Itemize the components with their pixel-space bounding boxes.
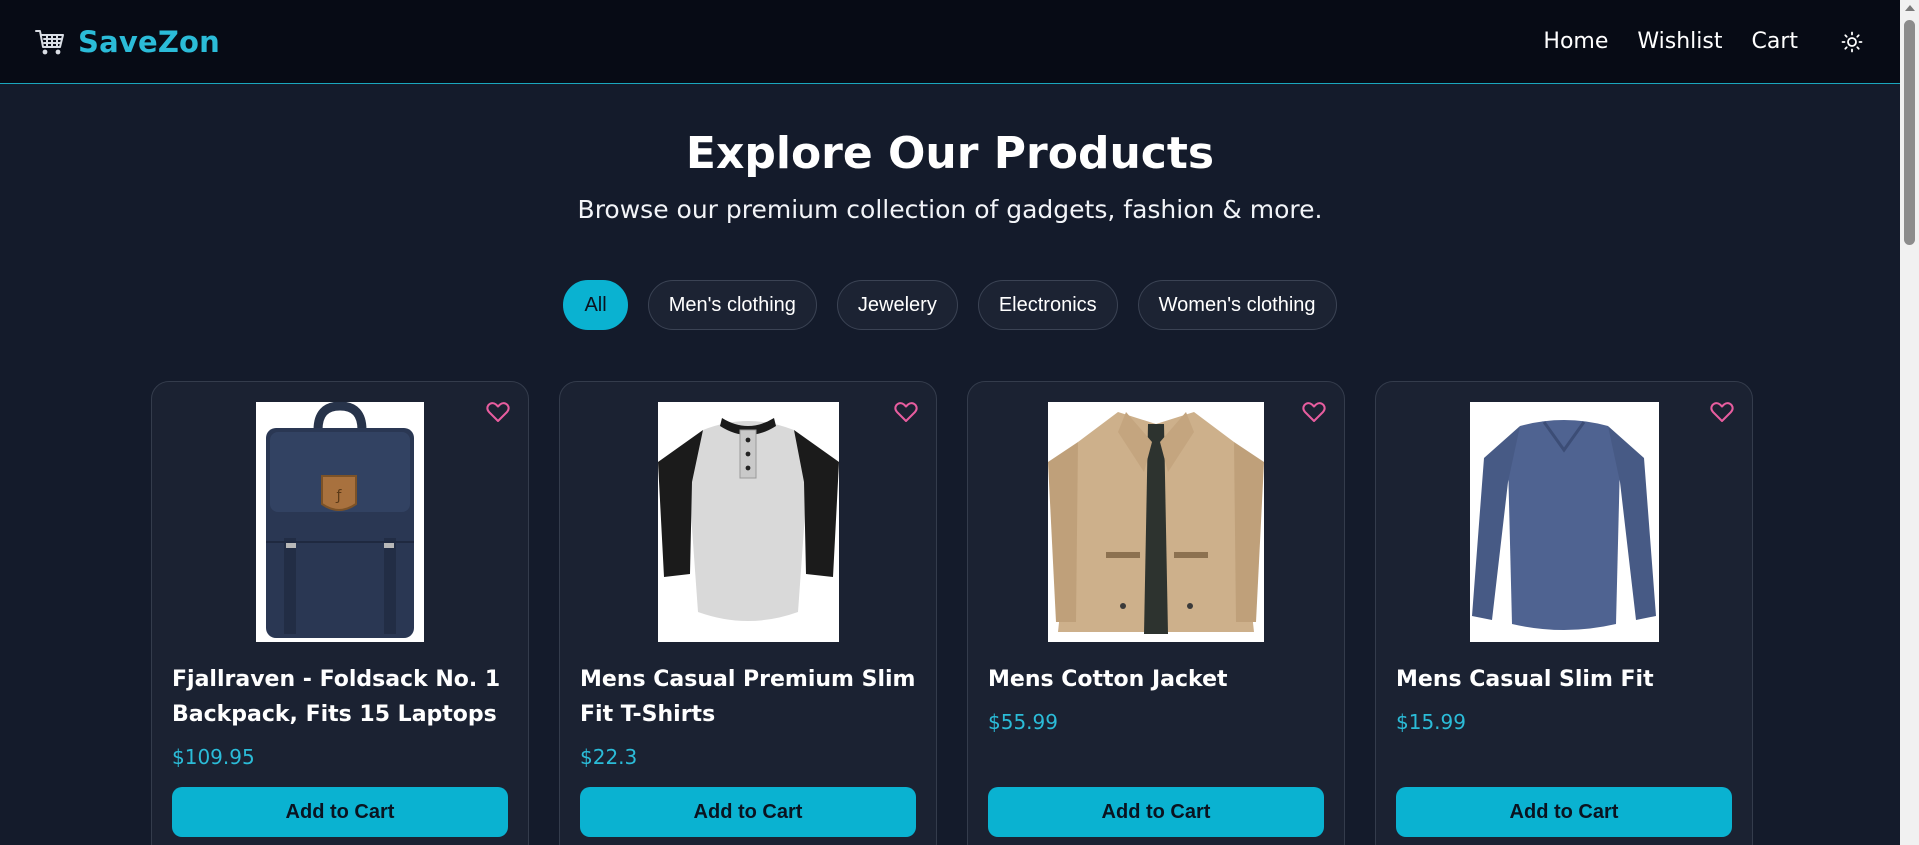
navy-backpack-image[interactable]: ƒ [256, 402, 424, 642]
product-image-container: ƒ [152, 402, 528, 642]
product-price: $109.95 [172, 745, 255, 769]
blue-longsleeve-tshirt-image[interactable] [1469, 402, 1659, 642]
product-title[interactable]: Mens Casual Slim Fit [1396, 662, 1734, 697]
page-subtitle: Browse our premium collection of gadgets… [577, 195, 1323, 224]
add-to-cart-button[interactable]: Add to Cart [988, 787, 1324, 837]
filter-chip-electronics[interactable]: Electronics [977, 280, 1118, 330]
product-card[interactable]: Mens Casual Slim Fit $15.99 Add to Cart [1375, 381, 1753, 845]
scrollbar-thumb[interactable] [1904, 20, 1915, 245]
product-image-container [560, 402, 936, 642]
heart-outline-icon[interactable] [1300, 398, 1328, 426]
product-image-container [968, 402, 1344, 642]
raglan-henley-tshirt-image[interactable] [657, 402, 839, 642]
product-price: $55.99 [988, 710, 1058, 734]
khaki-jacket-image[interactable] [1048, 402, 1264, 642]
heart-outline-icon[interactable] [484, 398, 512, 426]
product-title[interactable]: Mens Casual Premium Slim Fit T-Shirts [580, 662, 918, 732]
filter-chip-mens-clothing[interactable]: Men's clothing [647, 280, 817, 330]
brand-name: SaveZon [78, 24, 221, 59]
product-image-container [1376, 402, 1752, 642]
product-grid: ƒ Fjallraven - Foldsack No. 1 Backpack, … [151, 381, 1753, 845]
sun-icon[interactable] [1838, 28, 1866, 56]
add-to-cart-button[interactable]: Add to Cart [580, 787, 916, 837]
product-title[interactable]: Mens Cotton Jacket [988, 662, 1326, 697]
product-card[interactable]: Mens Cotton Jacket $55.99 Add to Cart [967, 381, 1345, 845]
category-filters: All Men's clothing Jewelery Electronics … [0, 280, 1900, 330]
product-title[interactable]: Fjallraven - Foldsack No. 1 Backpack, Fi… [172, 662, 510, 732]
scrollbar[interactable] [1900, 0, 1919, 845]
nav-link-wishlist[interactable]: Wishlist [1637, 29, 1722, 54]
brand[interactable]: SaveZon [34, 25, 220, 59]
product-price: $22.3 [580, 745, 638, 769]
product-card[interactable]: ƒ Fjallraven - Foldsack No. 1 Backpack, … [151, 381, 529, 845]
product-price: $15.99 [1396, 710, 1466, 734]
nav-link-cart[interactable]: Cart [1751, 29, 1798, 54]
filter-chip-womens-clothing[interactable]: Women's clothing [1137, 280, 1337, 330]
page: SaveZon Home Wishlist Cart Explore Our P… [0, 0, 1919, 845]
filter-chip-jewelery[interactable]: Jewelery [836, 280, 958, 330]
navbar: SaveZon Home Wishlist Cart [0, 0, 1900, 84]
page-title: Explore Our Products [685, 128, 1215, 179]
nav-link-home[interactable]: Home [1543, 29, 1608, 54]
heart-outline-icon[interactable] [1708, 398, 1736, 426]
product-card[interactable]: Mens Casual Premium Slim Fit T-Shirts $2… [559, 381, 937, 845]
scroll-up-arrow-icon[interactable] [1905, 5, 1915, 11]
add-to-cart-button[interactable]: Add to Cart [1396, 787, 1732, 837]
shopping-cart-icon [34, 26, 66, 58]
heart-outline-icon[interactable] [892, 398, 920, 426]
nav-links: Home Wishlist Cart [1514, 28, 1866, 56]
filter-chip-all[interactable]: All [563, 280, 628, 330]
add-to-cart-button[interactable]: Add to Cart [172, 787, 508, 837]
